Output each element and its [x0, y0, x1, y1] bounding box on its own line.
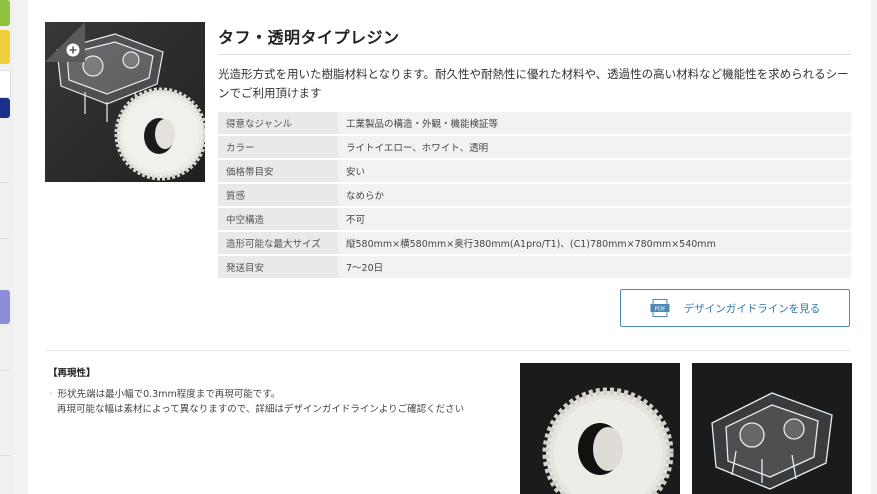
side-tab-purple[interactable]	[0, 290, 10, 324]
spec-label: 中空構造	[218, 208, 338, 230]
spec-label: 造形可能な最大サイズ	[218, 232, 338, 254]
note-line-1: 形状先端は最小幅で0.3mm程度まで再現可能です。	[57, 389, 281, 400]
edge-divider	[0, 238, 10, 239]
zoom-plus-icon[interactable]	[45, 22, 85, 62]
edge-divider	[0, 455, 10, 456]
spec-value: 不可	[338, 208, 851, 230]
design-guideline-button[interactable]: PDF デザインガイドラインを見る	[620, 289, 850, 327]
transparent-block-illustration	[711, 392, 833, 490]
guide-button-label: デザインガイドラインを見る	[683, 302, 821, 315]
spec-label: カラー	[218, 136, 338, 158]
product-card: タフ・透明タイプレジン 光造形方式を用いた樹脂材料となります。耐久性や耐熱性に優…	[28, 0, 871, 494]
spec-row: カラー ライトイエロー、ホワイト、透明	[218, 136, 851, 158]
spec-row: 質感 なめらか	[218, 184, 851, 206]
spec-value: 縦580mm×横580mm×奥行380mm(A1pro/T1)、(C1)780m…	[338, 232, 851, 254]
product-title: タフ・透明タイプレジン	[218, 28, 400, 47]
title-divider	[218, 54, 851, 55]
side-tab-white[interactable]	[0, 70, 11, 98]
spec-value: ライトイエロー、ホワイト、透明	[338, 136, 851, 158]
transparent-part-photo[interactable]	[692, 363, 852, 494]
note-line-2: 再現可能な幅は素材によって異なりますので、詳細はデザインガイドラインよりご確認く…	[57, 404, 465, 415]
bullet-icon: ◦	[48, 389, 54, 400]
edge-divider	[0, 370, 10, 371]
spec-row: 得意なジャンル 工業製品の構造・外観・機能検証等	[218, 112, 851, 134]
product-hero-image[interactable]	[45, 22, 205, 182]
spec-row: 価格帯目安 安い	[218, 160, 851, 182]
spec-label: 発送目安	[218, 256, 338, 278]
spec-row: 中空構造 不可	[218, 208, 851, 230]
spec-value: 安い	[338, 160, 851, 182]
spec-row: 発送目安 7〜20日	[218, 256, 851, 278]
spec-label: 質感	[218, 184, 338, 206]
spec-value: なめらか	[338, 184, 851, 206]
section-divider	[45, 350, 851, 351]
spec-table: 得意なジャンル 工業製品の構造・外観・機能検証等 カラー ライトイエロー、ホワイ…	[218, 110, 851, 280]
svg-text:PDF: PDF	[654, 306, 665, 312]
side-tab-yellow[interactable]	[0, 30, 10, 64]
gear-photo[interactable]	[520, 363, 680, 494]
side-tab-green[interactable]	[0, 0, 10, 26]
pdf-icon: PDF	[650, 299, 670, 317]
spec-label: 価格帯目安	[218, 160, 338, 182]
reproducibility-note: ◦ 形状先端は最小幅で0.3mm程度まで再現可能です。 再現可能な幅は素材によって…	[48, 387, 464, 417]
left-edge-strip	[0, 0, 14, 494]
product-description: 光造形方式を用いた樹脂材料となります。耐久性や耐熱性に優れた材料や、透過性の高い…	[218, 67, 849, 100]
edge-divider	[0, 182, 10, 183]
side-tab-navy[interactable]	[0, 98, 10, 118]
spec-value: 工業製品の構造・外観・機能検証等	[338, 112, 851, 134]
white-gear-illustration	[542, 387, 674, 494]
spec-row: 造形可能な最大サイズ 縦580mm×横580mm×奥行380mm(A1pro/T…	[218, 232, 851, 254]
reproducibility-heading: 【再現性】	[48, 368, 96, 379]
spec-value: 7〜20日	[338, 256, 851, 278]
spec-label: 得意なジャンル	[218, 112, 338, 134]
